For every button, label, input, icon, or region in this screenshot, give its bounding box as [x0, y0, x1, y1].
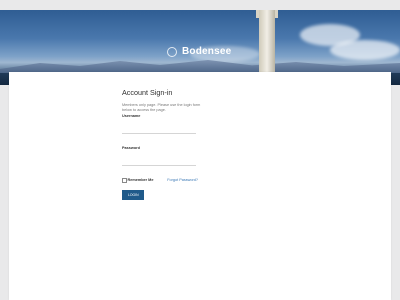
- site-brand[interactable]: Bodensee: [167, 46, 231, 57]
- signin-options-row: Remember Me Forgot Password?: [122, 178, 198, 183]
- remember-me-label: Remember Me: [127, 178, 154, 183]
- login-button[interactable]: LOGIN: [122, 189, 144, 200]
- signin-description: Members only page. Please use the login …: [122, 103, 201, 112]
- password-label: Password: [122, 146, 140, 150]
- password-input[interactable]: [122, 158, 196, 166]
- site-title: Bodensee: [182, 46, 232, 57]
- circle-logo-icon: [167, 46, 177, 57]
- checkbox-icon[interactable]: [122, 178, 127, 183]
- remember-me-control[interactable]: Remember Me: [122, 178, 153, 183]
- lighthouse-tower: [259, 10, 275, 74]
- username-label: Username: [122, 114, 141, 118]
- forgot-password-link[interactable]: Forgot Password?: [167, 178, 198, 182]
- cloud-shape: [330, 40, 400, 60]
- page-title: Account Sign-in: [122, 88, 173, 97]
- signin-form: Account Sign-in Members only page. Pleas…: [122, 88, 202, 201]
- username-input[interactable]: [122, 126, 196, 134]
